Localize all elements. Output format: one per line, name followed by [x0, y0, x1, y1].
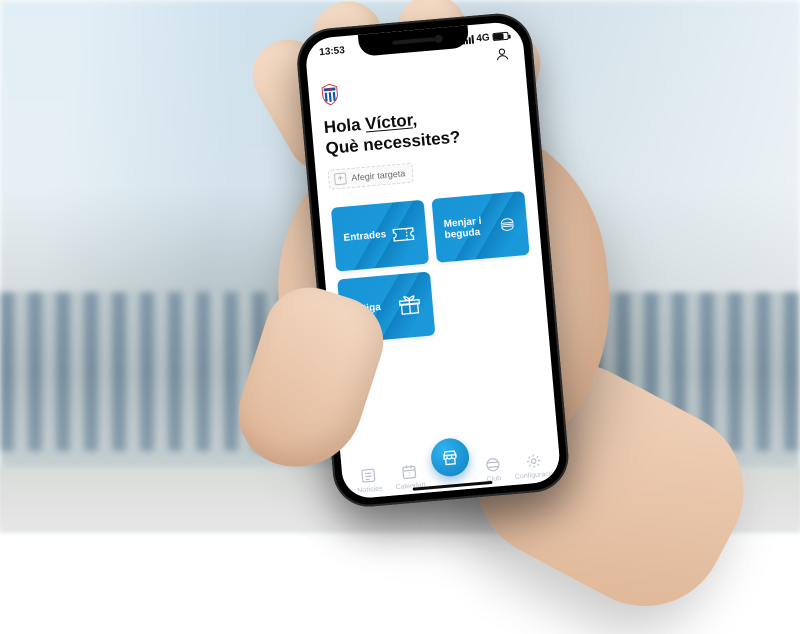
tile-label: Entrades	[343, 229, 387, 244]
nav-label: Configuració	[515, 470, 555, 480]
club-crest-icon	[320, 83, 340, 106]
svg-text:7: 7	[408, 472, 411, 477]
greeting-heading: Hola Víctor, Què necessites?	[323, 100, 520, 159]
gear-icon	[524, 451, 544, 471]
nav-store[interactable]	[429, 437, 470, 478]
nav-club[interactable]: Club	[474, 454, 512, 484]
bottom-nav: Notícies 7 Calendari Club Configuració	[339, 421, 561, 500]
status-time: 13:53	[319, 45, 345, 58]
plus-icon: +	[334, 172, 347, 185]
add-card-button[interactable]: + Afegir targeta	[328, 162, 414, 189]
nav-noticies[interactable]: Notícies	[350, 465, 388, 495]
gift-icon	[396, 291, 424, 319]
nav-config[interactable]: Configuració	[515, 451, 553, 481]
club-icon	[483, 455, 503, 475]
battery-icon	[492, 32, 509, 41]
hand-holding-phone: 13:53 4G	[180, 5, 700, 545]
nav-label: Notícies	[357, 485, 383, 494]
tile-label: Menjar i beguda	[443, 214, 499, 241]
greeting-username: Víctor	[364, 110, 413, 133]
tile-menjar[interactable]: Menjar i beguda	[431, 190, 529, 262]
greeting-prefix: Hola	[323, 115, 366, 138]
burger-icon	[497, 210, 518, 238]
status-network: 4G	[476, 32, 490, 44]
news-icon	[359, 466, 379, 486]
tile-entrades[interactable]: Entrades	[331, 199, 429, 271]
greeting-suffix: ,	[411, 110, 417, 129]
add-card-label: Afegir targeta	[351, 168, 406, 183]
calendar-icon: 7	[400, 462, 420, 482]
store-icon	[440, 448, 460, 468]
ticket-icon	[389, 219, 417, 247]
profile-icon[interactable]	[493, 46, 510, 63]
